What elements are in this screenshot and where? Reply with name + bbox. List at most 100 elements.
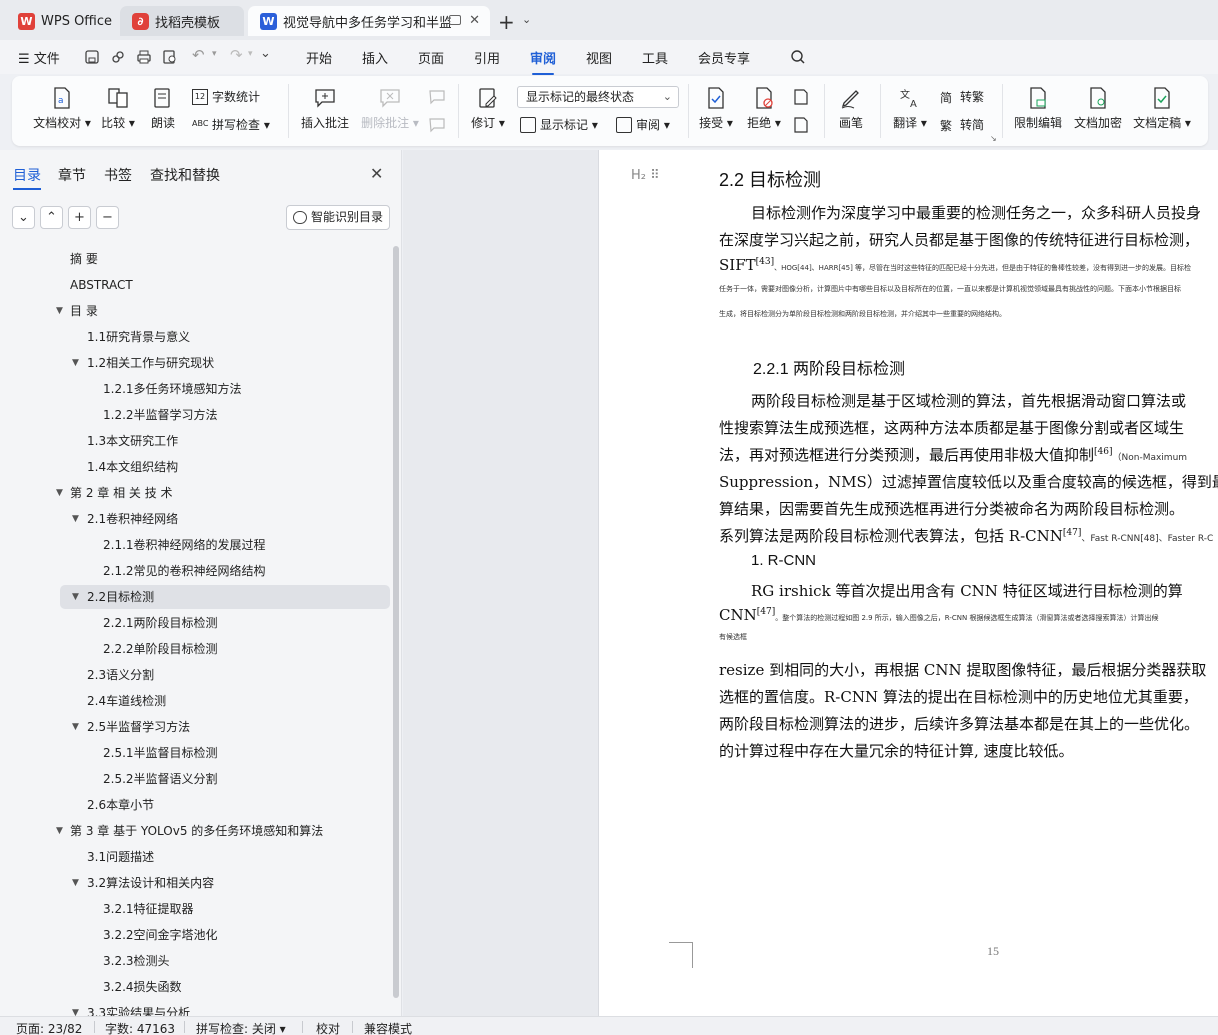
toc-item[interactable]: ▼ 3.3实验结果与分析: [60, 1001, 390, 1016]
finalize-button[interactable]: 文档定稿 ▾: [1132, 86, 1192, 131]
expand-arrow-icon[interactable]: ▼: [56, 481, 63, 505]
toc-item[interactable]: 2.2.2单阶段目标检测: [60, 637, 390, 661]
next-change-icon[interactable]: [792, 116, 810, 134]
spell-check-status[interactable]: 拼写检查: 关闭 ▾: [196, 1020, 286, 1035]
monitor-icon[interactable]: [449, 15, 461, 25]
accept-button[interactable]: 接受 ▾: [698, 86, 734, 131]
menu-insert[interactable]: 插入: [362, 48, 388, 67]
page-indicator[interactable]: 页面: 23/82: [16, 1020, 82, 1035]
expand-arrow-icon[interactable]: ▼: [72, 507, 79, 531]
toc-item[interactable]: 3.2.2空间金字塔池化: [60, 923, 390, 947]
review-pane-button[interactable]: 审阅 ▾: [616, 116, 670, 133]
toc-item[interactable]: 1.2.2半监督学习方法: [60, 403, 390, 427]
toc-item[interactable]: 3.2.1特征提取器: [60, 897, 390, 921]
next-comment-icon[interactable]: [428, 116, 446, 134]
toc-item[interactable]: 2.6本章小节: [60, 793, 390, 817]
toc-item[interactable]: 2.3语义分割: [60, 663, 390, 687]
dialog-launcher-icon[interactable]: ↘: [990, 134, 997, 143]
undo-dropdown-icon[interactable]: ▾: [212, 49, 217, 59]
prev-comment-icon[interactable]: [428, 88, 446, 106]
word-count-button[interactable]: 12 字数统计: [192, 88, 260, 105]
show-markup-button[interactable]: 显示标记 ▾: [520, 116, 598, 133]
translate-button[interactable]: 文A 翻译 ▾: [892, 86, 928, 131]
reject-button[interactable]: 拒绝 ▾: [746, 86, 782, 131]
expand-arrow-icon[interactable]: ▼: [72, 351, 79, 375]
expand-arrow-icon[interactable]: ▼: [72, 1001, 79, 1016]
close-tab-icon[interactable]: ✕: [469, 13, 480, 28]
close-panel-icon[interactable]: ✕: [370, 164, 383, 183]
nav-tab-toc[interactable]: 目录: [13, 165, 41, 190]
menu-tools[interactable]: 工具: [642, 48, 668, 67]
smart-toc-button[interactable]: 智能识别目录: [286, 205, 390, 230]
expand-arrow-icon[interactable]: ▼: [72, 871, 79, 895]
toc-item[interactable]: ▼ 2.1卷积神经网络: [60, 507, 390, 531]
toc-item[interactable]: ▼ 2.5半监督学习方法: [60, 715, 390, 739]
toc-item[interactable]: 2.1.2常见的卷积神经网络结构: [60, 559, 390, 583]
toc-scrollbar[interactable]: [393, 246, 399, 1016]
toc-item[interactable]: ▼ 3.2算法设计和相关内容: [60, 871, 390, 895]
menu-page[interactable]: 页面: [418, 48, 444, 67]
tab-docer-templates[interactable]: ∂ 找稻壳模板: [120, 6, 244, 36]
toc-item[interactable]: 摘 要: [60, 247, 390, 271]
add-heading-button[interactable]: +: [68, 206, 91, 229]
nav-tab-sections[interactable]: 章节: [58, 165, 86, 185]
more-chevron-icon[interactable]: ⌄: [260, 46, 271, 61]
print-icon[interactable]: [136, 49, 152, 65]
toc-item[interactable]: 2.1.1卷积神经网络的发展过程: [60, 533, 390, 557]
menu-references[interactable]: 引用: [474, 48, 500, 67]
read-aloud-button[interactable]: 朗读: [148, 86, 178, 131]
delete-comment-button[interactable]: 删除批注 ▾: [360, 86, 420, 131]
toc-item[interactable]: 2.2.1两阶段目标检测: [60, 611, 390, 635]
toc-item[interactable]: ▼ 第 3 章 基于 YOLOv5 的多任务环境感知和算法: [56, 819, 390, 843]
pen-button[interactable]: 画笔: [836, 86, 866, 131]
toc-item[interactable]: 3.2.4损失函数: [60, 975, 390, 999]
markup-state-select[interactable]: 显示标记的最终状态 ⌄: [517, 86, 679, 108]
toc-item[interactable]: 3.1问题描述: [60, 845, 390, 869]
toc-item[interactable]: 2.5.1半监督目标检测: [60, 741, 390, 765]
redo-dropdown-icon[interactable]: ▾: [248, 49, 253, 59]
toc-item[interactable]: ▼ 2.2目标检测: [60, 585, 390, 609]
expand-arrow-icon[interactable]: ▼: [56, 819, 63, 843]
file-menu[interactable]: ☰ 文件: [18, 48, 60, 67]
save-icon[interactable]: [84, 49, 100, 65]
revise-button[interactable]: 修订 ▾: [470, 86, 506, 131]
menu-view[interactable]: 视图: [586, 48, 612, 67]
toc-item[interactable]: ABSTRACT: [60, 273, 390, 297]
compare-button[interactable]: 比较 ▾: [98, 86, 138, 131]
document-page[interactable]: H₂ ⠿ 2.2 目标检测 目标检测作为深度学习中最重要的检测任务之一，众多科研…: [598, 150, 1218, 1016]
toc-item[interactable]: 2.5.2半监督语义分割: [60, 767, 390, 791]
toc-item[interactable]: ▼ 1.2相关工作与研究现状: [60, 351, 390, 375]
collapse-down-button[interactable]: ⌄: [12, 206, 35, 229]
toc-item[interactable]: 1.4本文组织结构: [60, 455, 390, 479]
collapse-up-button[interactable]: ⌃: [40, 206, 63, 229]
search-icon[interactable]: [790, 49, 806, 65]
encrypt-button[interactable]: 文档加密: [1072, 86, 1124, 131]
to-simplified-button[interactable]: 繁 转简: [940, 116, 984, 133]
share-link-icon[interactable]: [110, 49, 126, 65]
proofread-status[interactable]: 校对: [316, 1020, 340, 1035]
doc-proofread-button[interactable]: a 文档校对 ▾: [30, 86, 94, 131]
tab-wps-office[interactable]: W WPS Office: [6, 6, 118, 36]
heading-drag-icon[interactable]: H₂ ⠿: [631, 168, 660, 183]
tab-document[interactable]: W 视觉导航中多任务学习和半监督 ✕: [248, 6, 490, 36]
toc-item[interactable]: ▼ 第 2 章 相 关 技 术: [56, 481, 390, 505]
insert-comment-button[interactable]: 插入批注: [300, 86, 350, 131]
expand-arrow-icon[interactable]: ▼: [56, 299, 63, 323]
toc-item[interactable]: 1.3本文研究工作: [60, 429, 390, 453]
restrict-edit-button[interactable]: 限制编辑: [1012, 86, 1064, 131]
redo-icon[interactable]: ↷: [230, 46, 243, 64]
nav-tab-bookmarks[interactable]: 书签: [104, 165, 132, 185]
menu-review[interactable]: 审阅: [530, 48, 556, 75]
toc-item[interactable]: 1.2.1多任务环境感知方法: [60, 377, 390, 401]
to-traditional-button[interactable]: 简 转繁: [940, 88, 984, 105]
prev-change-icon[interactable]: [792, 88, 810, 106]
toc-item[interactable]: ▼ 目 录: [56, 299, 390, 323]
toc-item[interactable]: 3.2.3检测头: [60, 949, 390, 973]
word-count-indicator[interactable]: 字数: 47163: [105, 1020, 175, 1035]
expand-arrow-icon[interactable]: ▼: [72, 585, 79, 609]
tab-list-chevron-icon[interactable]: ⌄: [522, 13, 531, 26]
remove-heading-button[interactable]: −: [96, 206, 119, 229]
nav-tab-find-replace[interactable]: 查找和替换: [150, 165, 220, 185]
scrollbar-thumb[interactable]: [393, 246, 399, 998]
toc-item[interactable]: 1.1研究背景与意义: [60, 325, 390, 349]
